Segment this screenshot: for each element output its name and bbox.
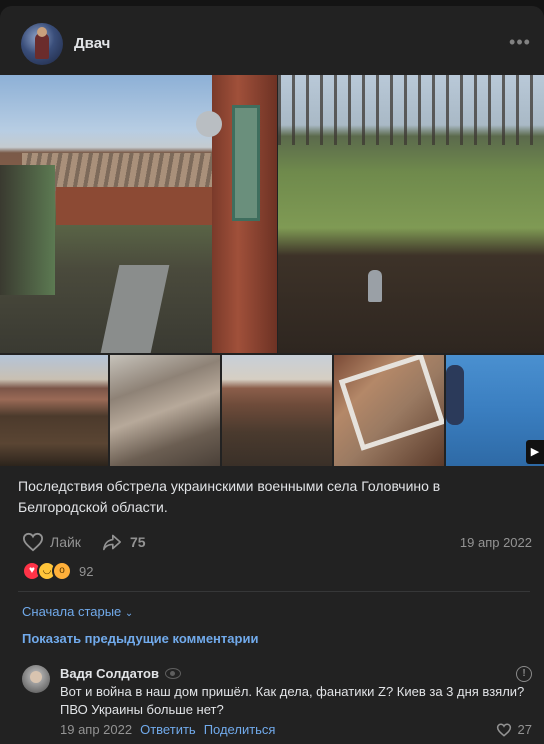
comment-footer: 19 апр 2022 Ответить Поделиться	[60, 722, 275, 737]
thumbnail-window-frame	[338, 355, 444, 451]
share-icon	[103, 534, 121, 551]
share-comment-button[interactable]: Поделиться	[204, 722, 276, 737]
author-name[interactable]: Двач	[74, 35, 110, 52]
photo-trees	[278, 75, 544, 145]
share-button[interactable]: 75	[102, 532, 146, 552]
comments-sort-dropdown[interactable]: Сначала старые ⌄	[22, 604, 133, 619]
comment-like-button[interactable]: 27	[496, 722, 532, 737]
heart-icon	[496, 723, 511, 737]
comment-author-row: Вадя Солдатов	[60, 666, 181, 681]
photo-shed	[0, 165, 55, 295]
photo-satellite-dish	[196, 111, 222, 137]
reply-button[interactable]: Ответить	[140, 722, 196, 737]
thumbnail-2[interactable]	[110, 355, 220, 466]
post-actions: Лайк 75 19 апр 2022	[0, 524, 544, 558]
report-icon[interactable]: !	[516, 666, 532, 682]
divider	[18, 591, 530, 592]
post-card: Двач ••• ▶ Последствия обстрела украинск…	[0, 6, 544, 744]
show-previous-comments-link[interactable]: Показать предыдущие комментарии	[22, 631, 258, 646]
thumbnail-3[interactable]	[222, 355, 332, 466]
author-avatar[interactable]	[21, 23, 63, 65]
post-date[interactable]: 19 апр 2022	[460, 535, 532, 550]
photo-wall	[56, 187, 216, 225]
photo-path	[100, 265, 170, 353]
heart-icon	[22, 532, 44, 552]
sort-label: Сначала старые	[22, 604, 122, 619]
reactions-summary[interactable]: ♥ ◡ o 92	[22, 561, 93, 581]
shocked-reaction-icon: o	[52, 561, 72, 581]
comment-like-count: 27	[517, 722, 532, 737]
photo-window	[232, 105, 260, 221]
more-options-icon[interactable]: •••	[508, 32, 532, 52]
like-label: Лайк	[50, 534, 81, 550]
reactions-count: 92	[79, 563, 94, 579]
comment-author-avatar[interactable]	[22, 665, 50, 693]
photo-shell-in-field[interactable]	[278, 75, 544, 353]
thumbnail-person	[446, 365, 464, 425]
avatar-head	[37, 27, 47, 37]
eye-icon	[164, 668, 181, 679]
comment-date[interactable]: 19 апр 2022	[60, 722, 132, 737]
like-button[interactable]: Лайк	[22, 532, 81, 552]
photo-shell	[368, 270, 382, 302]
photo-destroyed-farmhouse[interactable]	[0, 75, 277, 353]
thumbnail-1[interactable]	[0, 355, 108, 466]
play-icon[interactable]: ▶	[526, 440, 544, 464]
share-count: 75	[130, 534, 146, 550]
thumbnail-4[interactable]	[334, 355, 444, 466]
comment-text: Вот и война в наш дом пришёл. Как дела, …	[60, 684, 525, 717]
post-header: Двач •••	[0, 6, 544, 76]
post-text: Последствия обстрела украинскими военным…	[18, 478, 441, 515]
comment-author-name[interactable]: Вадя Солдатов	[60, 666, 159, 681]
avatar-face	[30, 671, 42, 683]
chevron-down-icon: ⌄	[124, 608, 134, 619]
